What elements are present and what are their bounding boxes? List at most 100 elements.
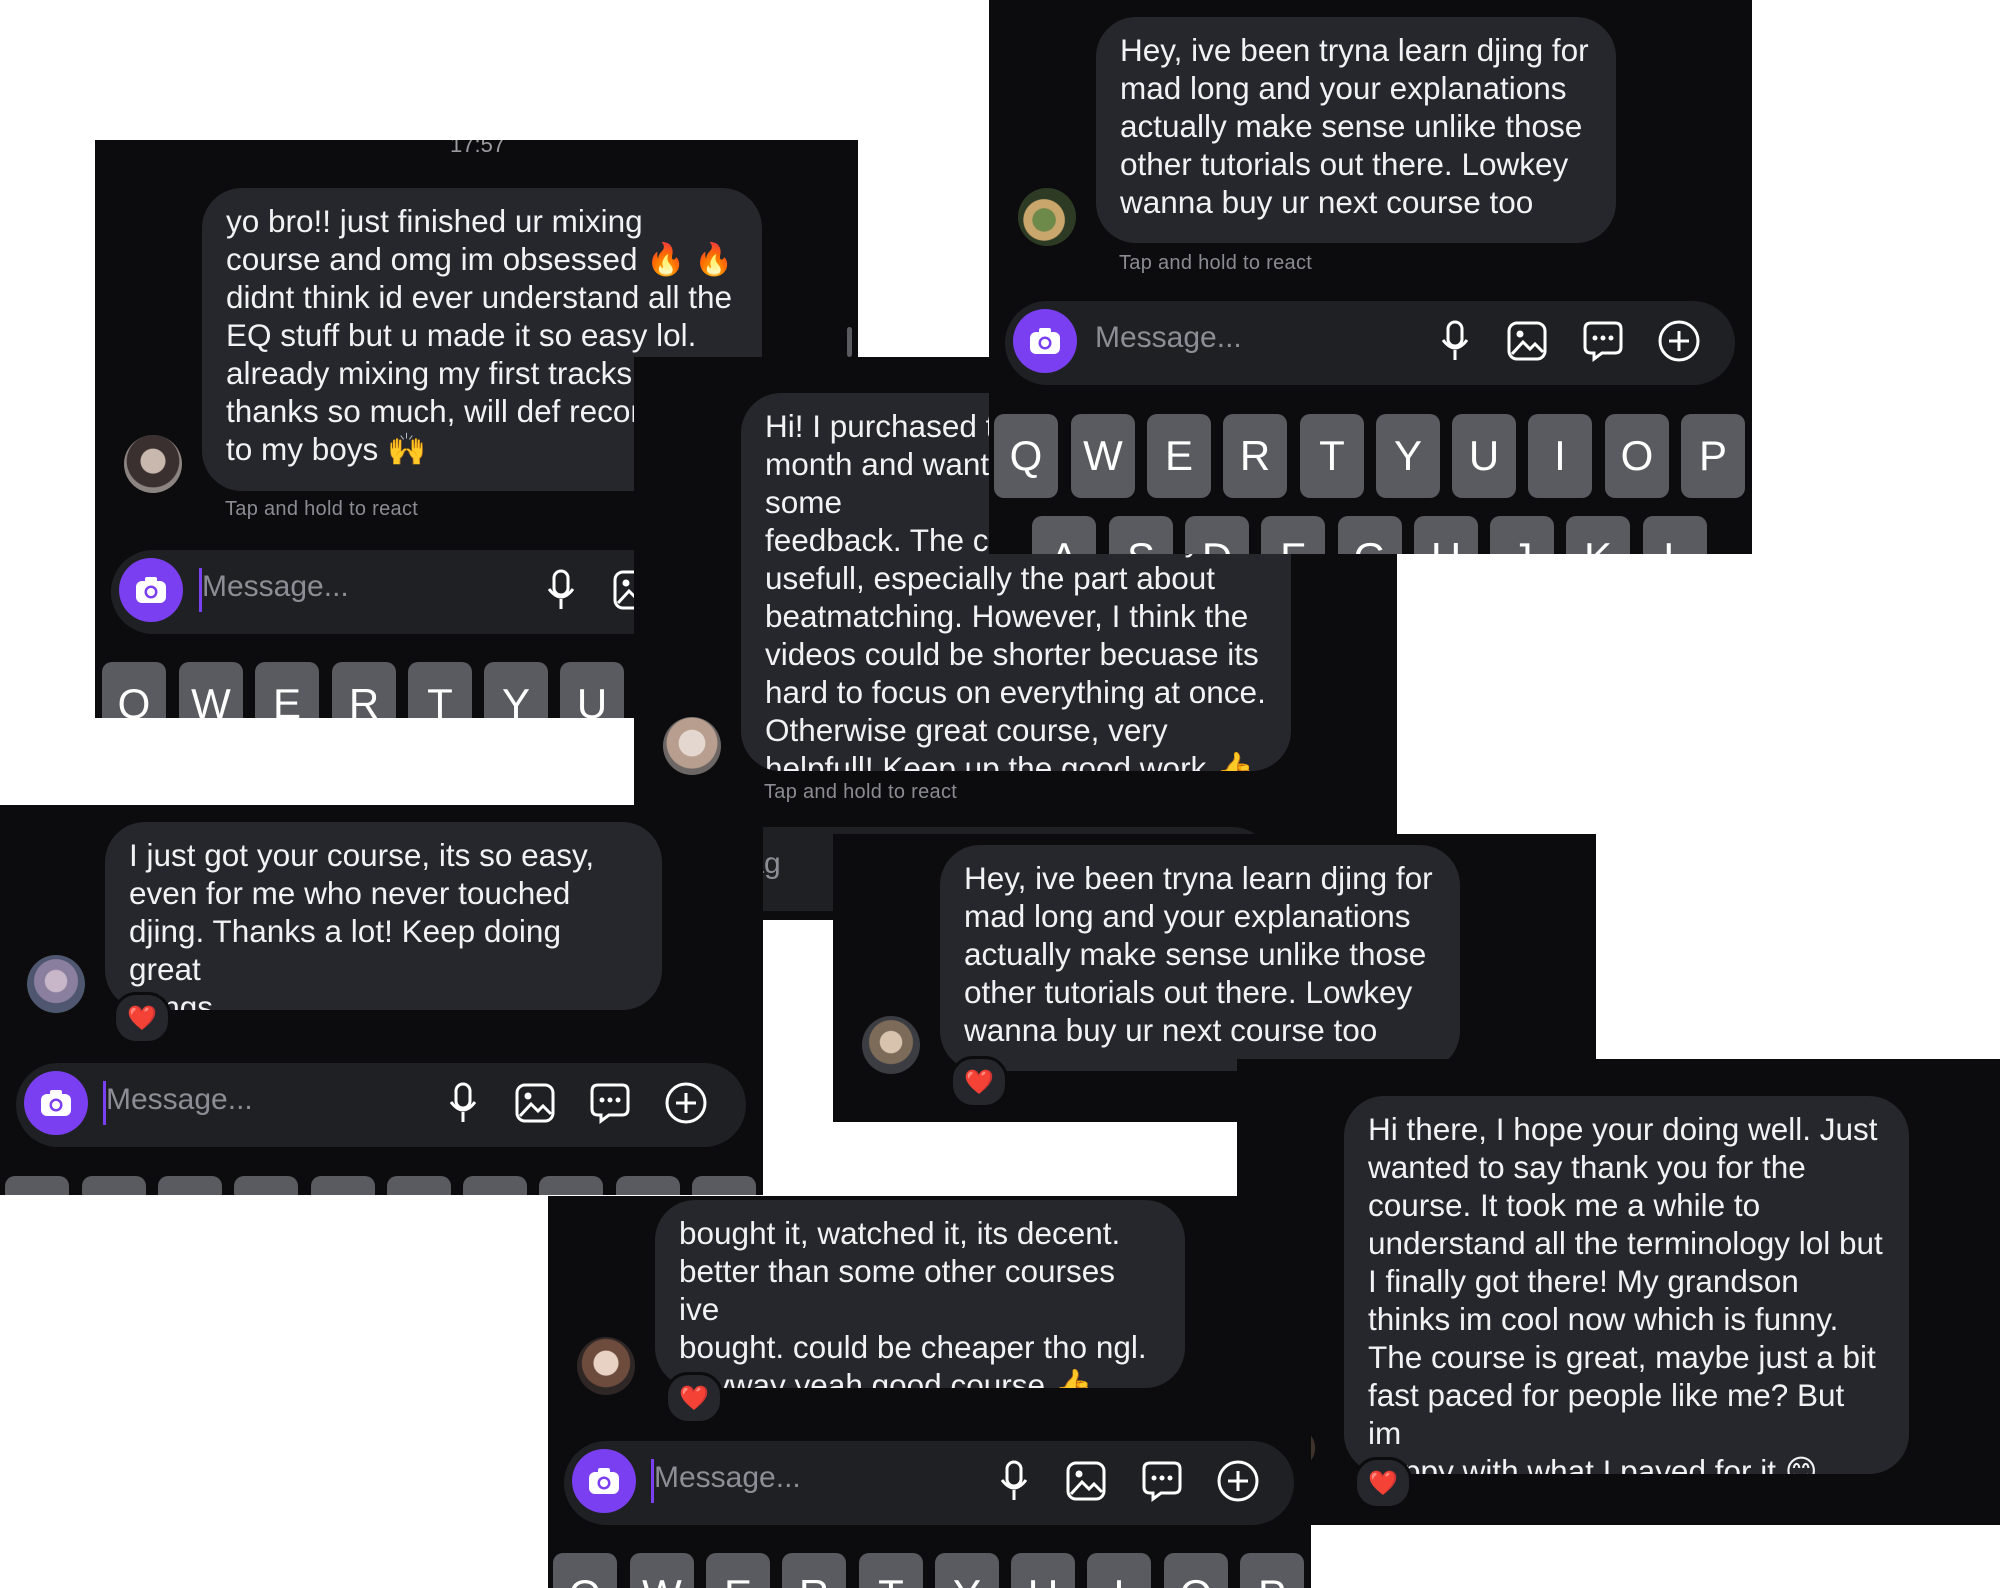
message-bubble: Hey, ive been tryna learn djing for mad … [940,845,1460,1071]
gallery-button[interactable] [513,1081,557,1125]
message-input[interactable]: Message... [1095,321,1242,355]
key-u[interactable]: U [1452,414,1516,498]
camera-button[interactable] [572,1449,636,1513]
gallery-icon [1066,1461,1106,1501]
message-composer: Message... [564,1441,1294,1525]
key-p[interactable]: P [1681,414,1745,498]
key-s[interactable]: S [1109,516,1173,554]
key-q[interactable]: Q [553,1553,617,1588]
plus-button[interactable] [1657,319,1701,363]
key-a[interactable]: A [1032,516,1096,554]
key-e[interactable]: E [255,662,319,718]
heart-reaction[interactable]: ❤️ [950,1056,1008,1108]
camera-icon [1030,328,1060,354]
key-r[interactable]: R [782,1553,846,1588]
microphone-button[interactable] [441,1081,485,1125]
key-q[interactable]: Q [994,414,1058,498]
key-l[interactable]: L [1643,516,1707,554]
key-f[interactable]: F [1261,516,1325,554]
key-t[interactable] [311,1176,375,1195]
microphone-icon [449,1082,477,1122]
message-bubble: Hi there, I hope your doing well. Just w… [1344,1096,1909,1474]
key-g[interactable]: G [1338,516,1402,554]
key-o[interactable]: O [1605,414,1669,498]
camera-button[interactable] [24,1071,88,1135]
microphone-icon [1441,320,1469,360]
key-h[interactable]: H [1414,516,1478,554]
sticker-icon [590,1083,630,1124]
plus-button[interactable] [1216,1459,1260,1503]
gallery-button[interactable] [1505,319,1549,363]
key-e[interactable]: E [1147,414,1211,498]
camera-icon [41,1090,71,1116]
camera-button[interactable] [1013,309,1077,373]
camera-icon [136,577,166,603]
plus-circle-icon [1658,320,1700,362]
key-t[interactable]: T [408,662,472,718]
sticker-button[interactable] [1140,1459,1184,1503]
microphone-button[interactable] [1433,319,1477,363]
key-i[interactable] [539,1176,603,1195]
key-k[interactable]: K [1566,516,1630,554]
key-o[interactable]: O [1164,1553,1228,1588]
sticker-button[interactable] [1581,319,1625,363]
message-composer: Message... [16,1063,746,1147]
key-t[interactable]: T [1300,414,1364,498]
plus-circle-icon [1217,1460,1259,1502]
tap-and-hold-hint: Tap and hold to react [225,498,419,520]
key-i[interactable]: I [1087,1553,1151,1588]
key-q[interactable] [5,1176,69,1195]
key-w[interactable] [82,1176,146,1195]
key-u[interactable]: U [560,662,624,718]
key-r[interactable] [234,1176,298,1195]
key-i[interactable]: I [1528,414,1592,498]
key-e[interactable] [158,1176,222,1195]
screenshot-panel-d: I just got your course, its so easy, eve… [0,805,763,1195]
message-bubble: bought it, watched it, its decent. bette… [655,1200,1185,1388]
screenshot-panel-g: Hi there, I hope your doing well. Just w… [1237,1059,2000,1525]
message-bubble: I just got your course, its so easy, eve… [105,822,662,1010]
camera-button[interactable] [119,558,183,622]
avatar [1018,188,1076,246]
key-u[interactable] [463,1176,527,1195]
key-t[interactable]: T [859,1553,923,1588]
key-y[interactable]: Y [1376,414,1440,498]
scrollbar[interactable] [847,327,852,357]
key-y[interactable]: Y [935,1553,999,1588]
key-j[interactable]: J [1490,516,1554,554]
key-p[interactable]: P [1240,1553,1304,1588]
screenshot-panel-b: Hey, ive been tryna learn djing for mad … [989,0,1752,554]
key-w[interactable]: W [630,1553,694,1588]
key-o[interactable] [616,1176,680,1195]
key-r[interactable]: R [1223,414,1287,498]
heart-reaction[interactable]: ❤️ [113,992,171,1044]
key-p[interactable] [692,1176,756,1195]
sticker-icon [1142,1461,1182,1502]
gallery-icon [1507,321,1547,361]
key-d[interactable]: D [1185,516,1249,554]
message-input[interactable]: Message... [654,1461,801,1495]
message-bubble: Hey, ive been tryna learn djing for mad … [1096,17,1616,243]
sticker-button[interactable] [588,1081,632,1125]
key-q[interactable]: Q [102,662,166,718]
avatar [663,717,721,775]
microphone-button[interactable] [539,568,583,612]
heart-reaction[interactable]: ❤️ [665,1372,723,1424]
key-w[interactable]: W [1071,414,1135,498]
gallery-button[interactable] [1064,1459,1108,1503]
plus-circle-icon [665,1082,707,1124]
key-e[interactable]: E [706,1553,770,1588]
avatar [862,1016,920,1074]
key-y[interactable]: Y [484,662,548,718]
key-w[interactable]: W [179,662,243,718]
message-input[interactable]: Message... [202,570,349,604]
key-y[interactable] [387,1176,451,1195]
message-input[interactable]: Message... [106,1083,253,1117]
key-r[interactable]: R [332,662,396,718]
heart-reaction[interactable]: ❤️ [1354,1457,1412,1509]
key-u[interactable]: U [1011,1553,1075,1588]
avatar [124,435,182,493]
plus-button[interactable] [664,1081,708,1125]
message-composer: Message... [1005,301,1735,385]
microphone-button[interactable] [992,1459,1036,1503]
